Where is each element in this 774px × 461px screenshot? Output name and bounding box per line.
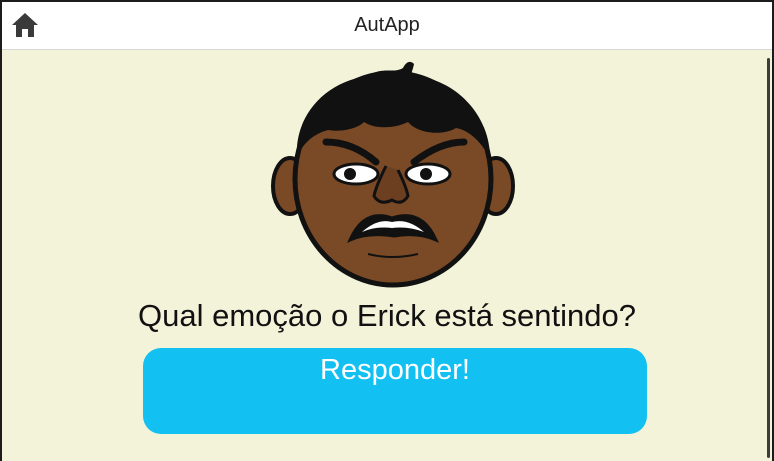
app-title: AutApp — [354, 14, 420, 36]
question-text: Qual emoção o Erick está sentindo? — [138, 298, 636, 333]
app-bar: AutApp — [0, 0, 774, 50]
answer-button-label: Responder! — [320, 354, 470, 386]
answer-button[interactable]: Responder! — [143, 348, 647, 434]
angry-face-image — [268, 58, 518, 290]
scrollbar[interactable] — [767, 58, 770, 458]
